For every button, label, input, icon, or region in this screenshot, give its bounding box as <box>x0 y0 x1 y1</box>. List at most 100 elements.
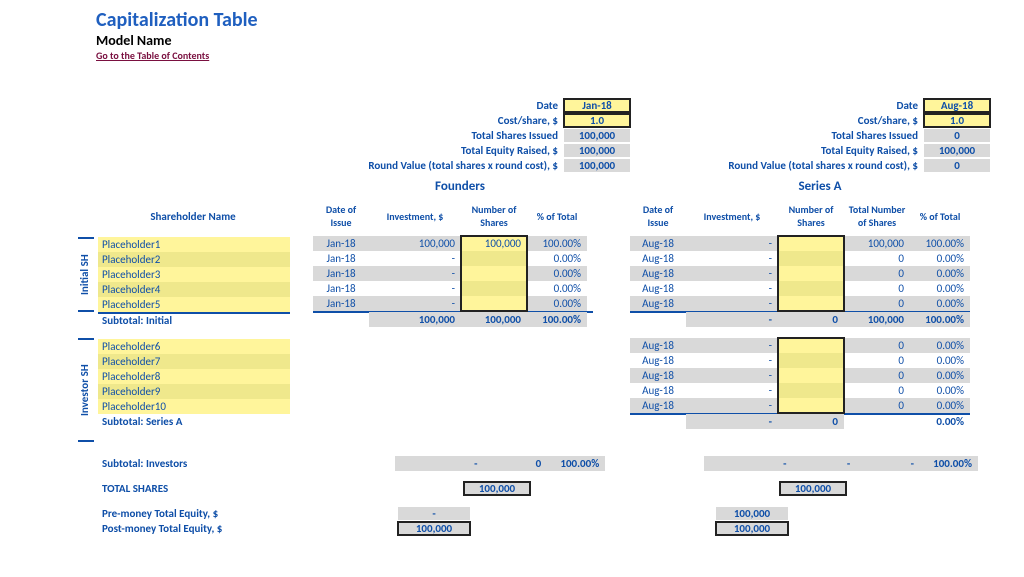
sub-init-f-num: 100,000 <box>461 312 527 327</box>
cell-total-shares: 0 <box>844 266 910 281</box>
sub-init-f-inv: 100,000 <box>369 312 461 327</box>
cell-investment: - <box>686 353 778 368</box>
cell-num-shares[interactable]: 100,000 <box>461 236 527 251</box>
cell-pct: 0.00% <box>527 266 587 281</box>
pre-money-f: - <box>398 507 470 520</box>
seriesa-title: Series A <box>650 179 990 194</box>
sub-inv-s-num: - <box>792 456 856 471</box>
cell-date: Aug-18 <box>630 251 686 266</box>
founders-total-shares: 100,000 <box>564 129 630 142</box>
seriesa-cost-share[interactable]: 1.0 <box>924 114 990 127</box>
cell-num-shares[interactable] <box>778 236 844 251</box>
cell-total-shares: 0 <box>844 251 910 266</box>
cell-date: Aug-18 <box>630 281 686 296</box>
cell-investment: - <box>686 251 778 266</box>
shareholder-name[interactable]: Placeholder1 <box>98 237 290 252</box>
toc-link[interactable]: Go to the Table of Contents <box>96 49 209 62</box>
cell-num-shares[interactable] <box>778 368 844 383</box>
sub-a-s-pct: 0.00% <box>910 414 970 429</box>
cell-num-shares[interactable] <box>778 353 844 368</box>
subtotal-initial-label: Subtotal: Initial <box>98 312 290 327</box>
cell-total-shares: 0 <box>844 383 910 398</box>
seriesa-date[interactable]: Aug-18 <box>924 99 990 112</box>
meta-date-label: Date <box>290 99 564 112</box>
cell-investment: - <box>369 266 461 281</box>
cell-total-shares: 0 <box>844 338 910 353</box>
meta-totalequity-label-s: Total Equity Raised, $ <box>650 144 924 157</box>
section-initial-label: Initial SH <box>78 237 94 312</box>
col-date-s: Date of Issue <box>630 203 686 229</box>
cell-date: Jan-18 <box>313 296 369 311</box>
shareholder-name[interactable]: Placeholder4 <box>98 282 290 297</box>
sub-init-s-inv: - <box>686 312 778 327</box>
shareholder-name[interactable]: Placeholder9 <box>98 384 290 399</box>
cell-date: Aug-18 <box>630 338 686 353</box>
meta-cost-label: Cost/share, $ <box>290 114 564 127</box>
shareholder-name[interactable]: Placeholder2 <box>98 252 290 267</box>
cell-num-shares[interactable] <box>778 338 844 353</box>
cell-date: Jan-18 <box>313 281 369 296</box>
founders-title: Founders <box>290 179 630 194</box>
cell-num-shares[interactable] <box>778 266 844 281</box>
cell-date: Aug-18 <box>630 398 686 413</box>
shareholder-name[interactable]: Placeholder5 <box>98 297 290 312</box>
seriesa-meta: DateAug-18 Cost/share, $1.0 Total Shares… <box>650 98 990 194</box>
sub-init-s-tot: 100,000 <box>844 312 910 327</box>
shareholder-name[interactable]: Placeholder10 <box>98 399 290 414</box>
cell-investment: 100,000 <box>369 236 461 251</box>
col-inv-s: Investment, $ <box>686 210 778 223</box>
col-shareholder: Shareholder Name <box>98 196 288 236</box>
sub-inv-f-num: 0 <box>483 456 547 471</box>
cell-num-shares[interactable] <box>778 281 844 296</box>
seriesa-total-shares: 0 <box>924 129 990 142</box>
cell-pct: 0.00% <box>527 296 587 311</box>
cell-investment: - <box>686 398 778 413</box>
cell-num-shares[interactable] <box>461 266 527 281</box>
cell-num-shares[interactable] <box>778 251 844 266</box>
cell-total-shares: 100,000 <box>844 236 910 251</box>
shareholder-name[interactable]: Placeholder6 <box>98 339 290 354</box>
cell-pct: 0.00% <box>910 383 970 398</box>
sub-init-s-pct: 100.00% <box>910 312 970 327</box>
seriesa-total-equity: 100,000 <box>924 144 990 157</box>
sub-inv-f-pct: 100.00% <box>547 456 605 471</box>
sub-inv-s-pct: 100.00% <box>920 456 978 471</box>
cell-num-shares[interactable] <box>778 398 844 413</box>
cell-total-shares: 0 <box>844 296 910 311</box>
total-shares-s: 100,000 <box>780 482 846 495</box>
post-money-f: 100,000 <box>398 522 470 535</box>
cell-date: Aug-18 <box>630 266 686 281</box>
sub-inv-s-tot: - <box>856 456 920 471</box>
cell-date: Jan-18 <box>313 236 369 251</box>
subtotal-investors-label: Subtotal: Investors <box>98 457 348 470</box>
cell-num-shares[interactable] <box>778 296 844 311</box>
cell-num-shares[interactable] <box>461 251 527 266</box>
cell-date: Aug-18 <box>630 236 686 251</box>
sub-inv-f-inv: - <box>395 456 484 471</box>
col-pct-f: % of Total <box>527 210 587 223</box>
shareholder-name[interactable]: Placeholder8 <box>98 369 290 384</box>
founders-cost-share[interactable]: 1.0 <box>564 114 630 127</box>
founders-round-value: 100,000 <box>564 159 630 172</box>
meta-cost-label-s: Cost/share, $ <box>650 114 924 127</box>
meta-date-label-s: Date <box>650 99 924 112</box>
post-money-label: Post-money Total Equity, $ <box>98 522 358 535</box>
cell-investment: - <box>686 368 778 383</box>
founders-date[interactable]: Jan-18 <box>564 99 630 112</box>
cell-num-shares[interactable] <box>778 383 844 398</box>
cell-num-shares[interactable] <box>461 296 527 311</box>
cell-date: Aug-18 <box>630 296 686 311</box>
cell-investment: - <box>686 266 778 281</box>
cell-num-shares[interactable] <box>461 281 527 296</box>
cell-pct: 100.00% <box>527 236 587 251</box>
cell-date: Aug-18 <box>630 353 686 368</box>
seriesa-table: Date of Issue Investment, $ Number of Sh… <box>630 196 970 428</box>
cell-total-shares: 0 <box>844 368 910 383</box>
shareholder-name[interactable]: Placeholder7 <box>98 354 290 369</box>
shareholder-name[interactable]: Placeholder3 <box>98 267 290 282</box>
seriesa-round-value: 0 <box>924 159 990 172</box>
col-tot-s: Total Number of Shares <box>844 203 910 229</box>
meta-totalequity-label: Total Equity Raised, $ <box>290 144 564 157</box>
cell-total-shares: 0 <box>844 353 910 368</box>
model-name: Model Name <box>96 32 1024 49</box>
